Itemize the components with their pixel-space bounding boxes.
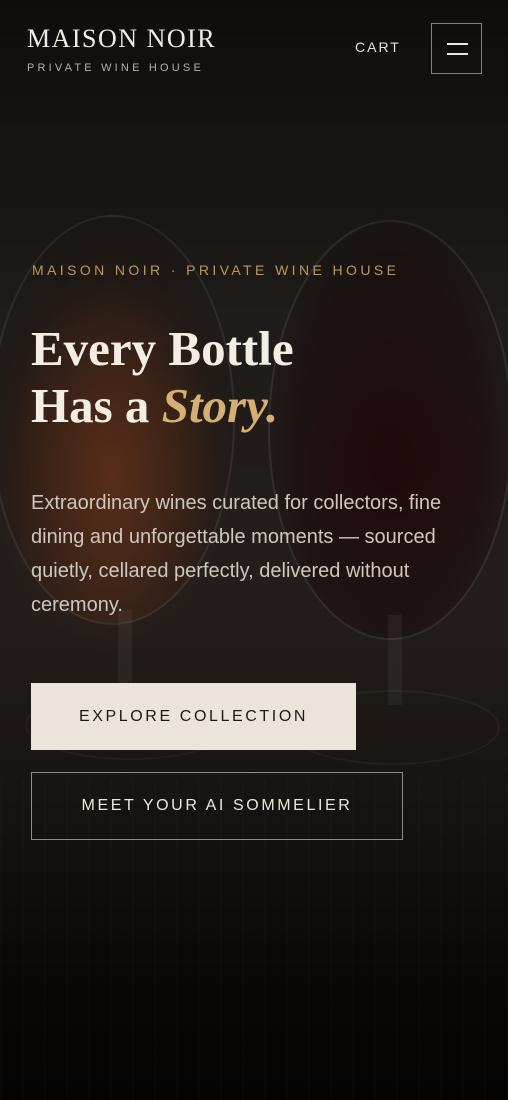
hero-intro: Extraordinary wines curated for collecto… bbox=[31, 492, 442, 616]
explore-collection-button[interactable]: EXPLORE COLLECTION bbox=[31, 683, 356, 750]
hamburger-menu-icon-line bbox=[447, 53, 468, 55]
menu-button[interactable] bbox=[431, 23, 482, 74]
headline-accent: Story. bbox=[161, 378, 279, 433]
hamburger-menu-icon bbox=[447, 43, 468, 45]
headline-line-2: Has a bbox=[31, 378, 162, 433]
brand-subtitle: PRIVATE WINE HOUSE bbox=[27, 62, 204, 74]
hero-headline: Every Bottle Has a Story. bbox=[31, 320, 294, 434]
headline-line-1: Every Bottle bbox=[31, 321, 294, 376]
brand-logo[interactable]: MAISON NOIR bbox=[27, 24, 216, 54]
hero-eyebrow: MAISON NOIR · PRIVATE WINE HOUSE bbox=[32, 262, 400, 278]
ai-sommelier-button[interactable]: MEET YOUR AI SOMMELIER bbox=[31, 772, 403, 840]
site-header: MAISON NOIR PRIVATE WINE HOUSE CART bbox=[0, 0, 508, 100]
cart-link[interactable]: CART bbox=[355, 39, 401, 55]
